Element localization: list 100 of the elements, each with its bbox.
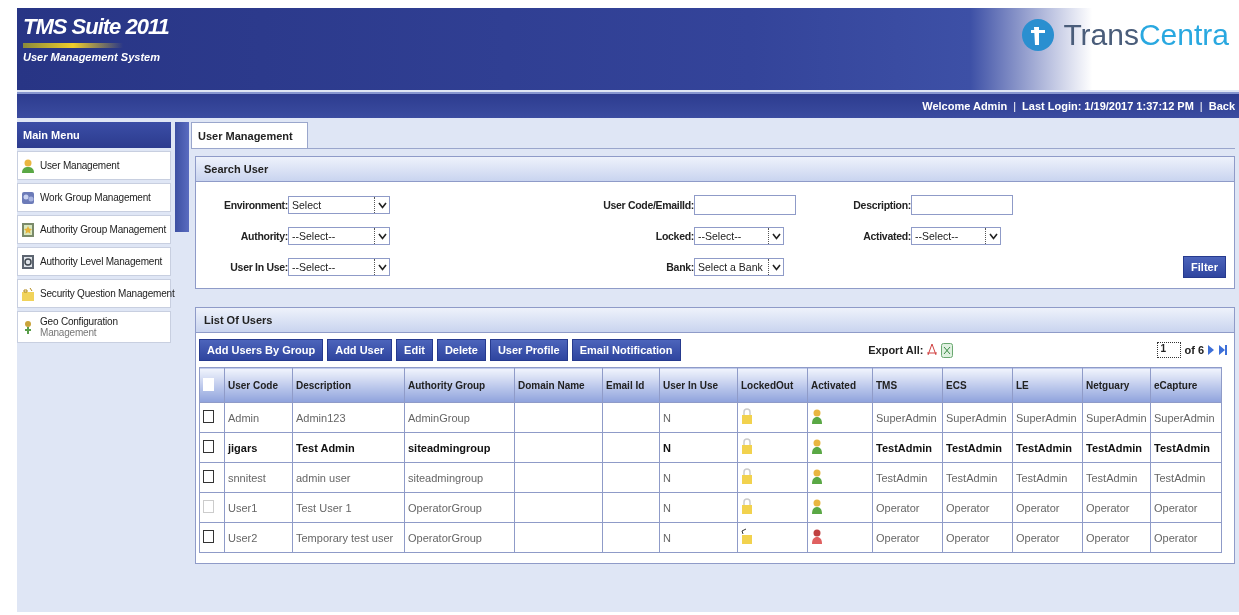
table-cell: TestAdmin: [942, 432, 1013, 463]
page-count: of 6: [1184, 344, 1204, 356]
table-cell: Test User 1: [292, 492, 405, 523]
table-cell: User2: [224, 522, 293, 553]
column-header[interactable]: Description: [292, 367, 405, 403]
field-label: Activated:: [862, 230, 911, 242]
column-header[interactable]: ECS: [942, 367, 1013, 403]
tab[interactable]: User Management: [191, 122, 308, 148]
column-header[interactable]: Domain Name: [514, 367, 603, 403]
table-cell: Operator: [872, 522, 943, 553]
field-label: Bank:: [665, 261, 694, 273]
toolbar-button[interactable]: Delete: [436, 339, 486, 361]
select-all-checkbox[interactable]: [203, 377, 214, 391]
table-cell: TestAdmin: [1012, 462, 1083, 493]
panel-title: Search User: [196, 157, 1234, 182]
table-cell: siteadmingroup: [404, 432, 515, 463]
menu-item[interactable]: Authority Group Management: [17, 215, 171, 244]
table-cell: N: [659, 462, 738, 493]
toolbar-button[interactable]: Edit: [396, 339, 433, 361]
row-checkbox[interactable]: [203, 530, 214, 543]
table-cell: SuperAdmin: [942, 402, 1013, 433]
table-cell: N: [659, 402, 738, 433]
row-checkbox[interactable]: [203, 410, 214, 423]
table-cell: Operator: [942, 492, 1013, 523]
toolbar-button[interactable]: Add User: [327, 339, 393, 361]
app-subtitle: User Management System: [23, 51, 161, 63]
column-header[interactable]: Email Id: [602, 367, 660, 403]
table-cell: Test Admin: [292, 432, 405, 463]
field-label: Authority:: [239, 230, 288, 242]
field-label: User Code/EmailId:: [602, 199, 694, 211]
toolbar-button[interactable]: Email Notification: [571, 339, 681, 361]
page-field[interactable]: 1: [1157, 342, 1182, 358]
column-header[interactable]: Authority Group: [404, 367, 515, 403]
table-cell: TestAdmin: [1150, 462, 1222, 493]
separator: |: [1199, 100, 1203, 112]
menu-item[interactable]: User Management: [17, 151, 171, 180]
table-cell: TestAdmin: [942, 462, 1013, 493]
column-header[interactable]: eCapture: [1150, 367, 1222, 403]
row-checkbox[interactable]: [203, 470, 214, 483]
table-cell: User1: [224, 492, 293, 523]
column-header[interactable]: TMS: [872, 367, 943, 403]
dropdown-icon: [377, 263, 387, 271]
select-field[interactable]: --Select--: [288, 227, 390, 245]
toolbar-button[interactable]: Add Users By Group: [199, 339, 324, 361]
column-header[interactable]: User Code: [224, 367, 293, 403]
select-field[interactable]: --Select--: [911, 227, 1001, 245]
table-cell: admin user: [292, 462, 405, 493]
select-field[interactable]: --Select--: [288, 258, 390, 276]
table-cell: N: [659, 432, 738, 463]
logo-icon: [1021, 18, 1056, 52]
table-cell: OperatorGroup: [404, 492, 515, 523]
menu-item[interactable]: Authority Level Management: [17, 247, 171, 276]
column-header[interactable]: Netguary: [1082, 367, 1151, 403]
table-cell: snnitest: [224, 462, 293, 493]
table-cell: N: [659, 522, 738, 553]
table-cell: jigars: [224, 432, 293, 463]
next-page-icon[interactable]: [1207, 344, 1215, 356]
table-cell: OperatorGroup: [404, 522, 515, 553]
dropdown-icon: [377, 232, 387, 240]
menu-item[interactable]: Geo Configuration Management: [17, 311, 171, 343]
user-icon: [20, 157, 36, 174]
column-header[interactable]: LE: [1012, 367, 1083, 403]
filter-button[interactable]: Filter: [1183, 256, 1226, 278]
select-field[interactable]: --Select--: [694, 227, 784, 245]
back-link[interactable]: Back: [1208, 100, 1235, 112]
table-cell: TestAdmin: [1082, 462, 1151, 493]
pdf-icon[interactable]: [926, 343, 939, 357]
column-header[interactable]: Activated: [807, 367, 873, 403]
toolbar-button[interactable]: User Profile: [489, 339, 568, 361]
authority-icon: [20, 221, 36, 238]
select-field[interactable]: Select: [288, 196, 390, 214]
table-cell: TestAdmin: [1082, 432, 1151, 463]
dropdown-icon: [771, 263, 781, 271]
input-field[interactable]: [694, 195, 796, 215]
brand-logo: TransCentra: [1063, 18, 1229, 52]
table-cell: SuperAdmin: [1150, 402, 1222, 433]
field-label: User In Use:: [229, 261, 288, 273]
security-icon: [20, 285, 36, 302]
select-field[interactable]: Select a Bank: [694, 258, 784, 276]
menu-label: Geo Configuration: [40, 316, 118, 327]
input-field[interactable]: [911, 195, 1013, 215]
table-cell: SuperAdmin: [1012, 402, 1083, 433]
collapse-handle[interactable]: [175, 122, 189, 232]
user-info: Welcome Admin: [922, 100, 1008, 112]
last-page-icon[interactable]: [1218, 344, 1228, 356]
column-header[interactable]: LockedOut: [737, 367, 808, 403]
spreadsheet-icon[interactable]: [941, 342, 954, 358]
field-label: Description:: [852, 199, 911, 211]
table-cell: N: [659, 492, 738, 523]
app-title: TMS Suite 2011: [23, 14, 169, 40]
table-cell: TestAdmin: [1150, 432, 1222, 463]
menu-item[interactable]: Work Group Management: [17, 183, 171, 212]
table-cell: TestAdmin: [872, 462, 943, 493]
table-cell: Operator: [872, 492, 943, 523]
table-cell: Admin: [224, 402, 293, 433]
table-cell: Operator: [1012, 522, 1083, 553]
row-checkbox[interactable]: [203, 440, 214, 453]
export-label: Export All:: [868, 344, 924, 356]
column-header[interactable]: User In Use: [659, 367, 738, 403]
dropdown-icon: [988, 232, 998, 240]
